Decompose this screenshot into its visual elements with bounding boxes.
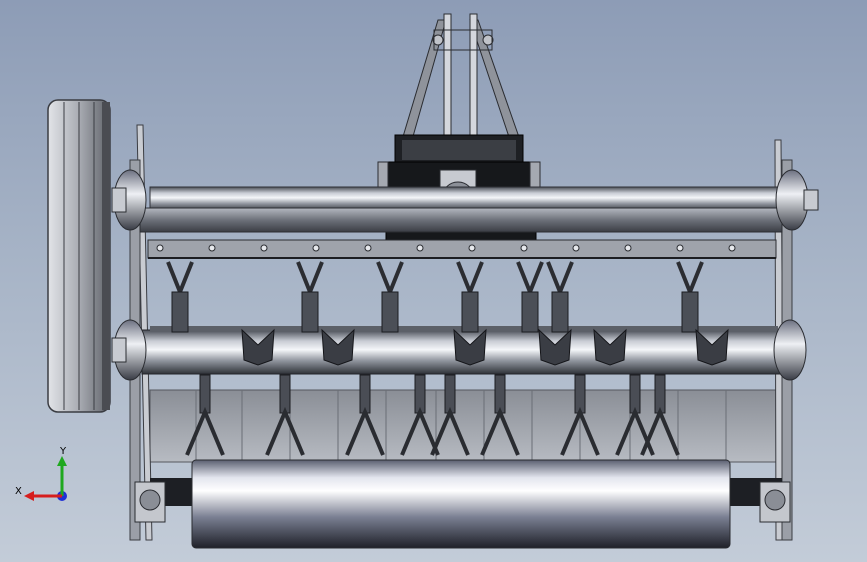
upper-tine-1 <box>166 261 194 333</box>
upper-tine-3 <box>376 261 404 333</box>
right-rotor-hub <box>773 319 807 381</box>
y-axis-icon <box>57 456 67 496</box>
bolt-icon <box>416 244 424 252</box>
press-roller[interactable] <box>150 459 782 549</box>
bolt-icon <box>364 244 372 252</box>
bolt-icon <box>676 244 684 252</box>
left-roller-bearing <box>134 481 166 523</box>
bolt-icon <box>260 244 268 252</box>
bolt-icon <box>312 244 320 252</box>
x-axis-icon <box>24 491 62 501</box>
bolt-icon <box>624 244 632 252</box>
bolt-icon <box>208 244 216 252</box>
upper-tine-5 <box>516 261 544 333</box>
x-axis-label: X <box>15 486 22 497</box>
bolt-icon <box>728 244 736 252</box>
upper-shaft-tube <box>149 186 781 212</box>
bolt-icon <box>572 244 580 252</box>
upper-tine-2 <box>296 261 324 333</box>
right-roller-bearing <box>759 481 791 523</box>
upper-tine-4 <box>456 261 484 333</box>
coordinate-triad: Y X <box>15 446 67 501</box>
left-upper-hub <box>111 169 147 231</box>
right-upper-hub <box>775 169 819 231</box>
bolt-icon <box>468 244 476 252</box>
left-rotor-hub <box>111 319 147 381</box>
cad-viewport[interactable]: Y X <box>0 0 867 562</box>
y-axis-label: Y <box>59 446 67 457</box>
upper-tine-7 <box>676 261 704 333</box>
upper-tine-6 <box>546 261 574 333</box>
belt-pulley[interactable] <box>47 99 111 413</box>
bolt-icon <box>156 244 164 252</box>
tiller-assembly-model[interactable] <box>0 0 867 562</box>
bolt-icon <box>520 244 528 252</box>
